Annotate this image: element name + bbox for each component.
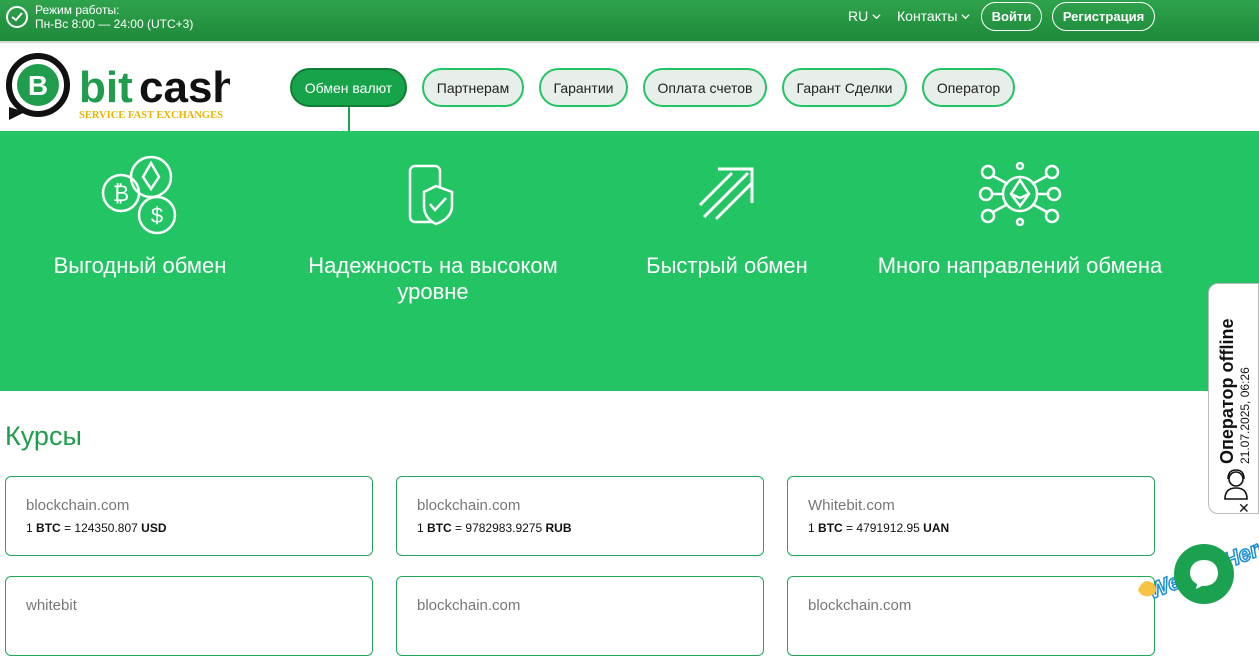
hours-value: Пн-Вс 8:00 — 24:00 (UTC+3)	[35, 17, 194, 31]
bitcash-logo[interactable]: B bit cash SERVICE FAST EXCHANGES	[5, 52, 230, 122]
rate-card: blockchain.com	[396, 576, 764, 656]
rate-source: whitebit	[26, 597, 77, 614]
svg-text:cash: cash	[139, 63, 230, 112]
operator-time: 21.07.2025, 06:26	[1238, 367, 1252, 464]
nav-bill-payment[interactable]: Оплата счетов	[643, 68, 767, 107]
operator-status: Оператор offline	[1217, 318, 1237, 464]
nav-partners[interactable]: Партнерам	[422, 68, 524, 107]
ethereum-network-icon	[978, 162, 1062, 226]
language-label: RU	[848, 8, 869, 24]
login-button[interactable]: Войти	[981, 2, 1042, 31]
rate-value: 1 BTC = 9782983.9275 RUB	[417, 521, 572, 535]
rate-source: Whitebit.com	[808, 497, 895, 514]
feature-label: Много направлений обмена	[877, 253, 1163, 278]
rate-source: blockchain.com	[808, 597, 912, 614]
rate-value: 1 BTC = 4791912.95 UAN	[808, 521, 950, 535]
clock-icon	[6, 6, 28, 28]
rate-card: blockchain.com 1 BTC = 9782983.9275 RUB	[396, 476, 764, 556]
phone-shield-icon	[408, 164, 454, 226]
header: B bit cash SERVICE FAST EXCHANGES Обмен …	[0, 41, 1259, 133]
rate-card: blockchain.com	[787, 576, 1155, 656]
rate-value: 1 BTC = 124350.807 USD	[26, 521, 167, 535]
operator-avatar-icon	[1224, 469, 1248, 500]
feature-label: Быстрый обмен	[646, 253, 808, 278]
crypto-coins-icon: ₿ $	[101, 155, 177, 235]
svg-text:B: B	[28, 70, 48, 101]
svg-text:$: $	[151, 203, 163, 228]
chat-bubble-icon	[1190, 560, 1218, 589]
operator-status-text: Оператор offline 21.07.2025, 06:26	[1217, 319, 1252, 464]
register-button[interactable]: Регистрация	[1052, 2, 1155, 31]
svg-text:SERVICE FAST EXCHANGES: SERVICE FAST EXCHANGES	[79, 110, 223, 121]
language-selector[interactable]: RU	[848, 8, 881, 24]
nav-operator[interactable]: Оператор	[922, 68, 1015, 107]
working-hours: Режим работы: Пн-Вс 8:00 — 24:00 (UTC+3)	[5, 3, 193, 31]
feature-label: Выгодный обмен	[53, 253, 227, 278]
contacts-menu[interactable]: Контакты	[897, 8, 971, 24]
chat-button[interactable]	[1174, 544, 1234, 604]
rate-card: whitebit	[5, 576, 373, 656]
active-nav-indicator	[348, 107, 350, 133]
hours-label: Режим работы:	[35, 3, 120, 17]
rate-card: Whitebit.com 1 BTC = 4791912.95 UAN	[787, 476, 1155, 556]
section-title-rates: Курсы	[5, 421, 82, 451]
nav-deal-guarantor[interactable]: Гарант Сделки	[782, 68, 907, 107]
nav-guarantees[interactable]: Гарантии	[539, 68, 628, 107]
fast-arrow-icon	[698, 167, 754, 221]
rate-card: blockchain.com 1 BTC = 124350.807 USD	[5, 476, 373, 556]
chevron-down-icon	[961, 13, 971, 19]
top-bar: Режим работы: Пн-Вс 8:00 — 24:00 (UTC+3)…	[0, 0, 1259, 41]
feature-label: Надежность на высоком уровне	[308, 253, 558, 304]
nav-exchange[interactable]: Обмен валют	[290, 68, 407, 107]
contacts-label: Контакты	[897, 8, 958, 24]
chevron-down-icon	[872, 13, 881, 19]
features-section: ₿ $ Выгодный обмен Надежность на высоком…	[0, 131, 1259, 391]
rate-source: blockchain.com	[417, 497, 521, 514]
rate-source: blockchain.com	[417, 597, 521, 614]
operator-status-widget[interactable]: Оператор offline 21.07.2025, 06:26	[1208, 283, 1259, 514]
rate-source: blockchain.com	[26, 497, 130, 514]
svg-text:₿: ₿	[113, 181, 129, 206]
svg-text:bit: bit	[79, 63, 133, 112]
